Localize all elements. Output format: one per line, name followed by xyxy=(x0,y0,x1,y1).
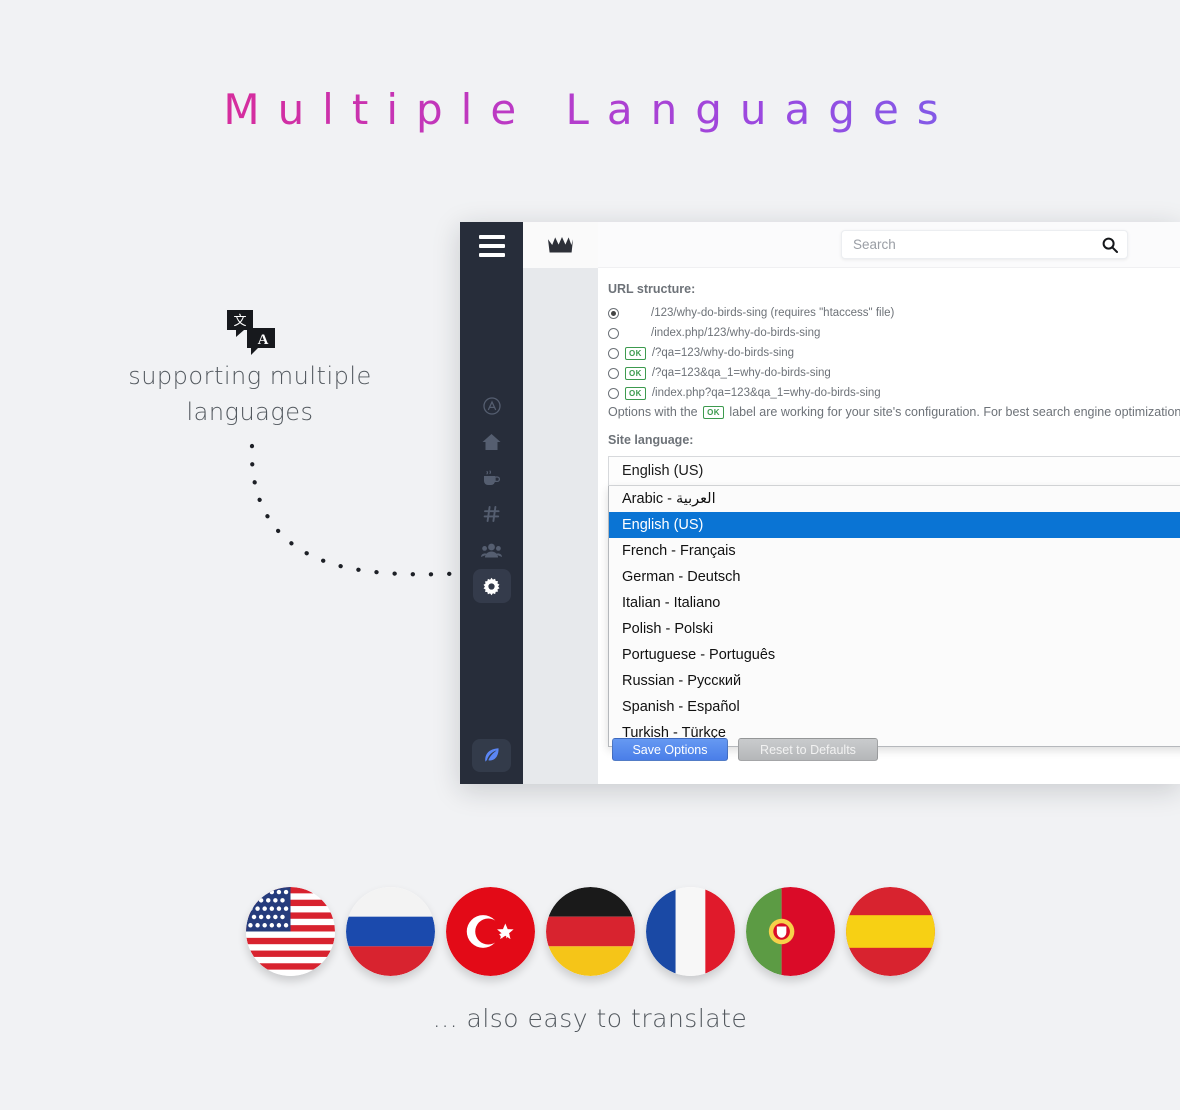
hamburger-icon[interactable] xyxy=(478,235,505,257)
seo-note: Options with the OK label are working fo… xyxy=(608,405,1180,420)
language-option[interactable]: Italian - Italiano xyxy=(609,590,1180,616)
site-language-selected-value[interactable]: English (US) xyxy=(608,456,1180,486)
site-language-label: Site language: xyxy=(608,433,694,447)
radio-button[interactable] xyxy=(608,387,619,399)
crown-icon xyxy=(548,236,573,252)
svg-text:文: 文 xyxy=(233,314,246,329)
ok-badge: OK xyxy=(703,406,724,419)
url-option-label: /?qa=123&qa_1=why-do-birds-sing xyxy=(651,367,831,379)
page-title: Multiple Languages xyxy=(0,85,1180,134)
radio-button[interactable] xyxy=(608,347,619,359)
translate-icon: 文 A xyxy=(225,308,277,358)
search-icon[interactable] xyxy=(1102,237,1118,253)
annotation-line-1: supporting multiple xyxy=(128,362,372,390)
flag-united-states xyxy=(245,887,335,976)
url-option-row[interactable]: /index.php/123/why-do-birds-sing xyxy=(608,325,1180,341)
annotation-supporting-languages: supporting multiple languages xyxy=(80,358,420,430)
site-language-option-list[interactable]: Arabic - العربية English (US) French - Fra… xyxy=(608,486,1180,747)
secondary-sidebar xyxy=(523,222,598,784)
url-option-row[interactable]: OK /?qa=123/why-do-birds-sing xyxy=(608,345,1180,361)
url-structure-radio-group: /123/why-do-birds-sing (requires "htacce… xyxy=(608,305,1180,401)
language-option[interactable]: Russian - Русский xyxy=(609,668,1180,694)
url-option-label: /?qa=123/why-do-birds-sing xyxy=(651,347,795,359)
sidebar-item-home[interactable] xyxy=(473,425,511,459)
hamburger-bar xyxy=(478,244,505,248)
sidebar-item-activity[interactable] xyxy=(473,461,511,495)
brand-logo[interactable] xyxy=(523,222,598,268)
sidebar-item-apps[interactable] xyxy=(473,389,511,423)
language-option[interactable]: Polish - Polski xyxy=(609,616,1180,642)
url-option-row[interactable]: /123/why-do-birds-sing (requires "htacce… xyxy=(608,305,1180,321)
url-structure-label: URL structure: xyxy=(608,282,696,296)
language-option[interactable]: Portuguese - Português xyxy=(609,642,1180,668)
radio-button[interactable] xyxy=(608,367,619,379)
ok-badge: OK xyxy=(625,386,646,400)
flag-germany xyxy=(545,887,635,976)
annotation-easy-to-translate: ... also easy to translate xyxy=(432,1004,748,1033)
seo-note-before: Options with the xyxy=(608,405,698,419)
radio-button[interactable] xyxy=(608,327,619,339)
flag-turkey xyxy=(445,887,535,976)
flag-france xyxy=(645,887,735,976)
language-option[interactable]: English (US) xyxy=(609,512,1180,538)
flag-russia xyxy=(345,887,435,976)
hamburger-bar xyxy=(478,253,505,257)
radio-button[interactable] xyxy=(608,307,619,319)
language-option[interactable]: French - Français xyxy=(609,538,1180,564)
sidebar-item-categories[interactable] xyxy=(473,497,511,531)
url-option-label: /index.php?qa=123&qa_1=why-do-birds-sing xyxy=(651,387,881,399)
sidebar-item-compose[interactable] xyxy=(472,739,511,772)
ok-badge: OK xyxy=(625,346,646,360)
save-options-button[interactable]: Save Options xyxy=(612,738,728,761)
content-area: URL structure: /123/why-do-birds-sing (r… xyxy=(598,222,1180,784)
annotation-line-2: languages xyxy=(186,398,314,426)
ok-badge: OK xyxy=(625,366,646,380)
url-option-label: /123/why-do-birds-sing (requires "htacce… xyxy=(651,307,895,319)
url-option-label: /index.php/123/why-do-birds-sing xyxy=(651,327,821,339)
svg-text:A: A xyxy=(258,332,269,348)
sidebar-item-users[interactable] xyxy=(473,533,511,567)
reset-to-defaults-button[interactable]: Reset to Defaults xyxy=(738,738,878,761)
content-header xyxy=(598,222,1180,268)
url-option-row[interactable]: OK /?qa=123&qa_1=why-do-birds-sing xyxy=(608,365,1180,381)
hamburger-bar xyxy=(478,235,505,239)
app-screenshot-panel: URL structure: /123/why-do-birds-sing (r… xyxy=(460,222,1180,784)
settings-form: URL structure: /123/why-do-birds-sing (r… xyxy=(598,268,1180,747)
flag-portugal xyxy=(745,887,835,976)
site-language-select[interactable]: English (US) Arabic - العربية English (US… xyxy=(608,456,1180,747)
language-option[interactable]: Arabic - العربية xyxy=(609,486,1180,512)
search-box[interactable] xyxy=(841,230,1128,259)
sidebar-rail xyxy=(460,222,523,784)
language-option[interactable]: German - Deutsch xyxy=(609,564,1180,590)
seo-note-after: label are working for your site's config… xyxy=(729,405,1180,419)
flag-row xyxy=(0,887,1180,976)
language-option[interactable]: Spanish - Español xyxy=(609,694,1180,720)
url-option-row[interactable]: OK/index.php?qa=123&qa_1=why-do-birds-si… xyxy=(608,385,1180,401)
action-buttons: Save Options Reset to Defaults xyxy=(612,738,878,761)
sidebar-item-settings[interactable] xyxy=(472,569,511,603)
flag-spain xyxy=(845,887,935,976)
search-input[interactable] xyxy=(851,236,1102,253)
